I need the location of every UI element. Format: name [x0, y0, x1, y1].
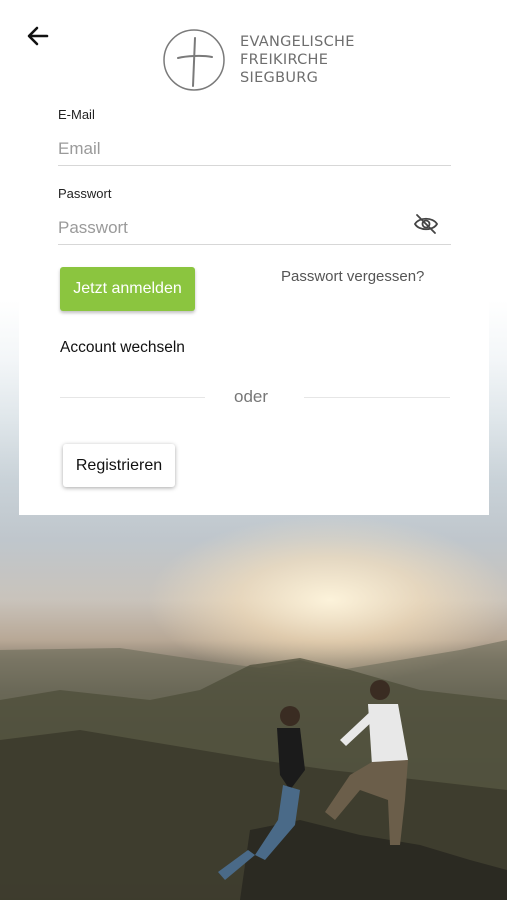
eye-off-icon	[413, 214, 439, 234]
church-logo: EVANGELISCHE FREIKIRCHE SIEGBURG	[162, 28, 355, 92]
forgot-password-link[interactable]: Passwort vergessen?	[281, 268, 424, 285]
divider-label: oder	[234, 387, 269, 406]
arrow-left-icon	[27, 26, 49, 46]
logo-line-3: SIEGBURG	[240, 70, 319, 86]
logo-text: EVANGELISCHE FREIKIRCHE SIEGBURG	[240, 33, 355, 87]
back-button[interactable]	[22, 22, 54, 50]
toggle-password-visibility[interactable]	[413, 213, 439, 235]
email-field[interactable]	[58, 133, 451, 166]
register-button[interactable]: Registrieren	[63, 444, 175, 487]
logo-line-2: FREIKIRCHE	[240, 52, 329, 68]
divider-left	[60, 397, 205, 398]
logo-line-1: EVANGELISCHE	[240, 34, 355, 50]
password-field[interactable]	[58, 212, 451, 245]
email-label: E-Mail	[58, 107, 95, 122]
password-label: Passwort	[58, 186, 112, 201]
divider-right	[304, 397, 450, 398]
switch-account-link[interactable]: Account wechseln	[60, 339, 185, 357]
login-button[interactable]: Jetzt anmelden	[60, 267, 195, 311]
cross-logo-icon	[163, 29, 225, 91]
